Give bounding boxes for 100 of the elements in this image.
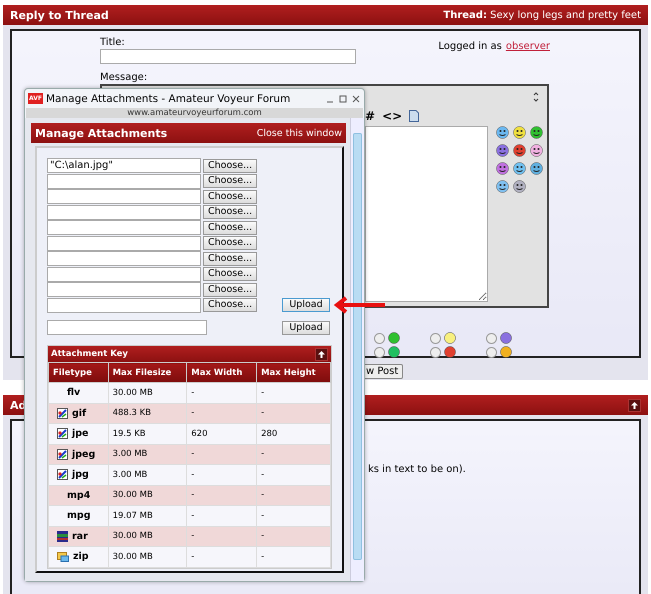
image-file-icon xyxy=(57,428,68,440)
column-header: Max Height xyxy=(256,362,330,382)
filetype-label: jpeg xyxy=(72,448,96,460)
choose-button[interactable]: Choose... xyxy=(203,267,258,282)
field-label: Message: xyxy=(100,72,148,83)
column-header: Filetype xyxy=(48,362,108,382)
table-cell: 3.00 MB xyxy=(108,444,187,464)
filetype-label: jpg xyxy=(72,469,89,480)
table-cell: - xyxy=(186,464,257,485)
option-text: ks in text to be on). xyxy=(368,464,466,475)
image-file-icon xyxy=(57,448,68,460)
choose-button[interactable]: Choose... xyxy=(203,158,258,173)
table-cell: - xyxy=(186,382,257,403)
close-icon[interactable] xyxy=(351,94,361,104)
up-arrow-icon xyxy=(631,402,638,408)
image-file-icon xyxy=(57,408,68,419)
filetype-label: flv xyxy=(67,387,80,398)
radio-button[interactable] xyxy=(374,332,385,344)
file-input[interactable] xyxy=(47,298,201,313)
file-input[interactable] xyxy=(47,220,201,236)
choose-button[interactable]: Choose... xyxy=(203,236,258,250)
table-cell: 30.00 MB xyxy=(108,485,187,506)
file-input[interactable] xyxy=(47,174,201,189)
header-title: Manage Attachments xyxy=(35,126,168,140)
choose-button[interactable]: Choose... xyxy=(203,205,258,220)
username-link[interactable]: observer xyxy=(506,41,550,52)
window-title: Manage Attachments - Amateur Voyeur Forum xyxy=(46,92,292,104)
expand-icon[interactable] xyxy=(533,92,539,102)
toolbar-button[interactable]: <> xyxy=(382,109,402,123)
choose-button[interactable]: Choose... xyxy=(203,298,258,312)
table-cell: - xyxy=(186,485,257,506)
thread-title: Thread: Sexy long legs and pretty feet xyxy=(443,10,641,20)
choose-button[interactable]: Choose... xyxy=(203,220,258,235)
column-header: Max Filesize xyxy=(108,362,187,382)
toolbar-button[interactable]: # xyxy=(365,109,376,123)
filetype-label: mp4 xyxy=(67,490,90,501)
table-cell: - xyxy=(256,506,330,526)
table-cell: 3.00 MB xyxy=(108,464,187,485)
filetype-label: rar xyxy=(72,530,88,542)
close-link[interactable]: Close this window xyxy=(256,128,342,138)
file-input[interactable]: "C:\alan.jpg" xyxy=(47,158,201,174)
upload-button[interactable]: Upload xyxy=(282,298,330,312)
table-cell: 30.00 MB xyxy=(108,546,187,567)
table-cell: - xyxy=(256,546,330,567)
file-input[interactable] xyxy=(47,251,201,266)
radio-button[interactable] xyxy=(374,346,385,358)
collapse-button[interactable] xyxy=(628,398,641,412)
table-cell: - xyxy=(256,464,330,485)
url-input[interactable] xyxy=(47,320,207,335)
file-input[interactable] xyxy=(47,204,201,220)
address-bar: www.amateurvoyeurforum.com xyxy=(26,108,363,118)
pointer-arrow xyxy=(333,296,387,314)
choose-button[interactable]: Choose... xyxy=(203,252,258,266)
table-cell: - xyxy=(256,485,330,506)
key-title: Attachment Key xyxy=(51,349,128,359)
login-text: Logged in as xyxy=(438,41,502,52)
upload-button[interactable]: Upload xyxy=(282,320,330,334)
table-cell: 19.5 KB xyxy=(108,424,187,444)
radio-button[interactable] xyxy=(486,332,497,344)
file-input[interactable] xyxy=(47,189,201,204)
table-cell: 488.3 KB xyxy=(108,403,187,424)
table-cell: 620 xyxy=(186,424,257,444)
table-cell: - xyxy=(186,444,257,464)
title-input[interactable] xyxy=(100,49,356,64)
maximize-icon[interactable] xyxy=(338,94,348,104)
filetype-label: gif xyxy=(72,408,86,419)
table-cell: - xyxy=(256,526,330,546)
radio-button[interactable] xyxy=(430,332,441,344)
table-cell: 30.00 MB xyxy=(108,526,187,546)
filetype-label: zip xyxy=(73,551,89,562)
table-cell: - xyxy=(256,382,330,403)
section-title: Reply to Thread xyxy=(10,8,109,22)
up-arrow-icon xyxy=(318,350,325,358)
table-cell: - xyxy=(256,444,330,464)
table-cell: 280 xyxy=(256,424,330,444)
file-input[interactable] xyxy=(47,266,201,282)
table-cell: 19.07 MB xyxy=(108,506,187,526)
table-cell: - xyxy=(186,526,257,546)
table-cell: - xyxy=(186,403,257,424)
scrollbar[interactable] xyxy=(350,118,364,581)
filetype-label: jpe xyxy=(72,428,88,440)
file-input[interactable] xyxy=(47,282,201,298)
table-cell: - xyxy=(256,403,330,424)
column-header: Max Width xyxy=(186,362,257,382)
choose-button[interactable]: Choose... xyxy=(203,190,258,204)
choose-button[interactable]: Choose... xyxy=(203,174,258,188)
archive-icon xyxy=(57,530,68,542)
table-cell: - xyxy=(186,506,257,526)
image-file-icon xyxy=(57,469,68,480)
folder-icon xyxy=(57,551,69,562)
table-cell: 30.00 MB xyxy=(108,382,187,403)
choose-button[interactable]: Choose... xyxy=(203,282,258,297)
table-cell: - xyxy=(186,546,257,567)
filetype-label: mpg xyxy=(67,510,90,522)
radio-button[interactable] xyxy=(486,346,497,358)
collapse-button[interactable] xyxy=(315,348,328,360)
field-label: Title: xyxy=(100,37,126,48)
document-icon[interactable] xyxy=(409,110,420,122)
radio-button[interactable] xyxy=(430,346,441,358)
file-input[interactable] xyxy=(47,236,201,251)
